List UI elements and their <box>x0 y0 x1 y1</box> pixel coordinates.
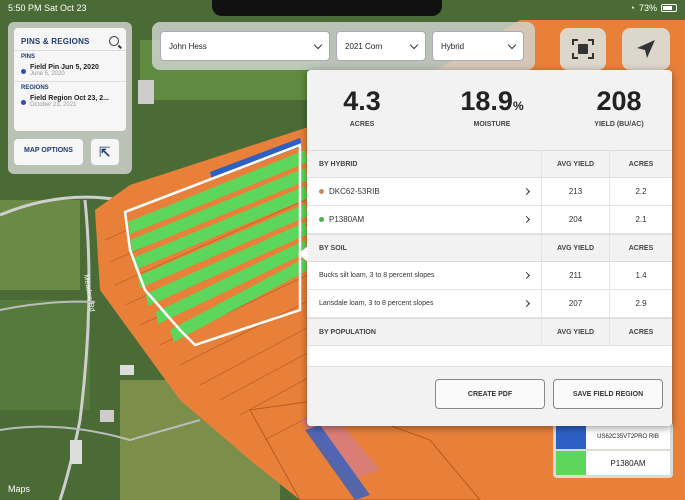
pins-regions-title: PINS & REGIONS <box>21 36 90 46</box>
legend-item: US62C35VT2PRO RIB <box>556 425 670 449</box>
stat-acres: 4.3 ACRES <box>327 86 397 128</box>
hybrid-color-dot <box>319 217 324 222</box>
hybrid-col-acres: ACRES <box>628 160 654 168</box>
pin-dot-icon <box>21 69 26 74</box>
wifi-icon: ◔ <box>629 3 635 13</box>
filter-bar: John Hess 2021 Corn Hybrid <box>152 22 535 70</box>
yield-label: YIELD (BU/AC) <box>594 121 644 128</box>
location-button[interactable] <box>622 28 670 70</box>
soil-row[interactable]: Bucks silt loam, 3 to 8 percent slopes 2… <box>307 262 672 290</box>
recenter-button[interactable] <box>560 28 606 70</box>
hybrid-row[interactable]: DKC62-53RIB 213 2.2 <box>307 178 672 206</box>
season-select[interactable]: 2021 Corn <box>336 31 426 61</box>
population-col-acres: ACRES <box>628 328 654 336</box>
region-stats-panel: 4.3 ACRES 18.9% MOISTURE 208 YIELD (BU/A… <box>307 70 672 426</box>
soil-avg-yield: 211 <box>542 262 610 289</box>
legend-label: US62C35VT2PRO RIB <box>597 434 659 440</box>
yield-value: 208 <box>596 86 642 116</box>
legend-swatch <box>556 425 586 449</box>
hybrid-row[interactable]: P1380AM 204 2.1 <box>307 206 672 234</box>
status-time: 5:50 PM Sat Oct 23 <box>8 3 87 13</box>
moisture-unit: % <box>512 99 524 113</box>
status-bar: 5:50 PM Sat Oct 23 ◔ 73% <box>0 0 685 16</box>
hybrid-name: DKC62-53RIB <box>329 187 380 196</box>
soil-table-header: BY SOIL AVG YIELD ACRES <box>307 234 672 262</box>
hybrid-col-yield: AVG YIELD <box>542 151 610 177</box>
soil-row[interactable]: Lansdale loam, 3 to 8 percent slopes 207… <box>307 290 672 318</box>
soil-name: Lansdale loam, 3 to 8 percent slopes <box>319 300 434 307</box>
chevron-right-icon <box>522 215 531 224</box>
hybrid-color-dot <box>319 189 324 194</box>
soil-col-yield: AVG YIELD <box>542 235 610 261</box>
region-name: Field Region Oct 23, 2... <box>30 95 109 102</box>
battery-percent: 73% <box>638 3 657 13</box>
pins-regions-card: PINS & REGIONS PINS Field Pin Jun 5, 202… <box>14 28 126 131</box>
pins-section-label: PINS <box>14 50 126 62</box>
pins-regions-panel: PINS & REGIONS PINS Field Pin Jun 5, 202… <box>8 22 132 174</box>
maps-credit: Maps <box>8 484 31 494</box>
season-value: 2021 Corn <box>345 41 383 51</box>
moisture-value: 18.9 <box>460 86 513 116</box>
battery-icon <box>661 4 677 12</box>
hybrid-acres: 2.1 <box>635 215 647 224</box>
map-legend: US62C35VT2PRO RIB P1380AM <box>553 422 673 478</box>
population-header: BY POPULATION <box>307 319 542 345</box>
expand-arrow-icon[interactable]: ⇱ <box>90 139 119 165</box>
grower-select[interactable]: John Hess <box>160 31 330 61</box>
soil-acres: 1.4 <box>635 271 647 280</box>
chevron-down-icon <box>507 40 517 49</box>
soil-header: BY SOIL <box>307 235 542 261</box>
population-col-yield: AVG YIELD <box>542 319 610 345</box>
hybrid-table-header: BY HYBRID AVG YIELD ACRES <box>307 150 672 178</box>
acres-value: 4.3 <box>343 86 381 116</box>
chevron-right-icon <box>522 299 531 308</box>
stat-moisture: 18.9% MOISTURE <box>447 86 537 128</box>
search-icon[interactable] <box>109 36 119 46</box>
soil-avg-yield: 207 <box>542 290 610 317</box>
hybrid-name: P1380AM <box>329 215 365 224</box>
legend-item: P1380AM <box>556 451 670 475</box>
hybrid-avg-yield: 213 <box>542 178 610 205</box>
region-dot-icon <box>21 100 26 105</box>
panel-footer: CREATE PDF SAVE FIELD REGION <box>307 366 672 426</box>
moisture-label: MOISTURE <box>473 121 511 128</box>
stat-yield: 208 YIELD (BU/AC) <box>579 86 659 128</box>
hybrid-acres: 2.2 <box>635 187 647 196</box>
location-arrow-icon <box>637 40 655 58</box>
chevron-right-icon <box>522 187 531 196</box>
population-table-header: BY POPULATION AVG YIELD ACRES <box>307 318 672 346</box>
layer-value: Hybrid <box>441 41 465 51</box>
pin-date: June 5, 2020 <box>30 71 65 77</box>
region-date: October 23, 2021 <box>30 102 77 108</box>
summary-stats: 4.3 ACRES 18.9% MOISTURE 208 YIELD (BU/A… <box>307 70 672 150</box>
hybrid-avg-yield: 204 <box>542 206 610 233</box>
legend-label: P1380AM <box>610 458 646 468</box>
soil-name: Bucks silt loam, 3 to 8 percent slopes <box>319 272 435 279</box>
acres-label: ACRES <box>349 121 375 128</box>
save-field-region-button[interactable]: SAVE FIELD REGION <box>553 379 663 409</box>
chevron-down-icon <box>409 40 419 49</box>
soil-col-acres: ACRES <box>628 244 654 252</box>
regions-section-label: REGIONS <box>14 81 126 93</box>
pin-name: Field Pin Jun 5, 2020 <box>30 64 99 71</box>
layer-select[interactable]: Hybrid <box>432 31 524 61</box>
create-pdf-button[interactable]: CREATE PDF <box>435 379 545 409</box>
frame-focus-icon <box>572 39 594 59</box>
legend-swatch <box>556 451 586 475</box>
soil-acres: 2.9 <box>635 299 647 308</box>
region-item[interactable]: Field Region Oct 23, 2... October 23, 20… <box>14 93 126 112</box>
chevron-right-icon <box>522 271 531 280</box>
pin-item[interactable]: Field Pin Jun 5, 2020 June 5, 2020 <box>14 62 126 81</box>
hybrid-header: BY HYBRID <box>307 151 542 177</box>
chevron-down-icon <box>313 40 323 49</box>
panel-pointer <box>298 246 308 262</box>
map-options-button[interactable]: MAP OPTIONS <box>14 139 83 165</box>
grower-value: John Hess <box>169 41 207 51</box>
